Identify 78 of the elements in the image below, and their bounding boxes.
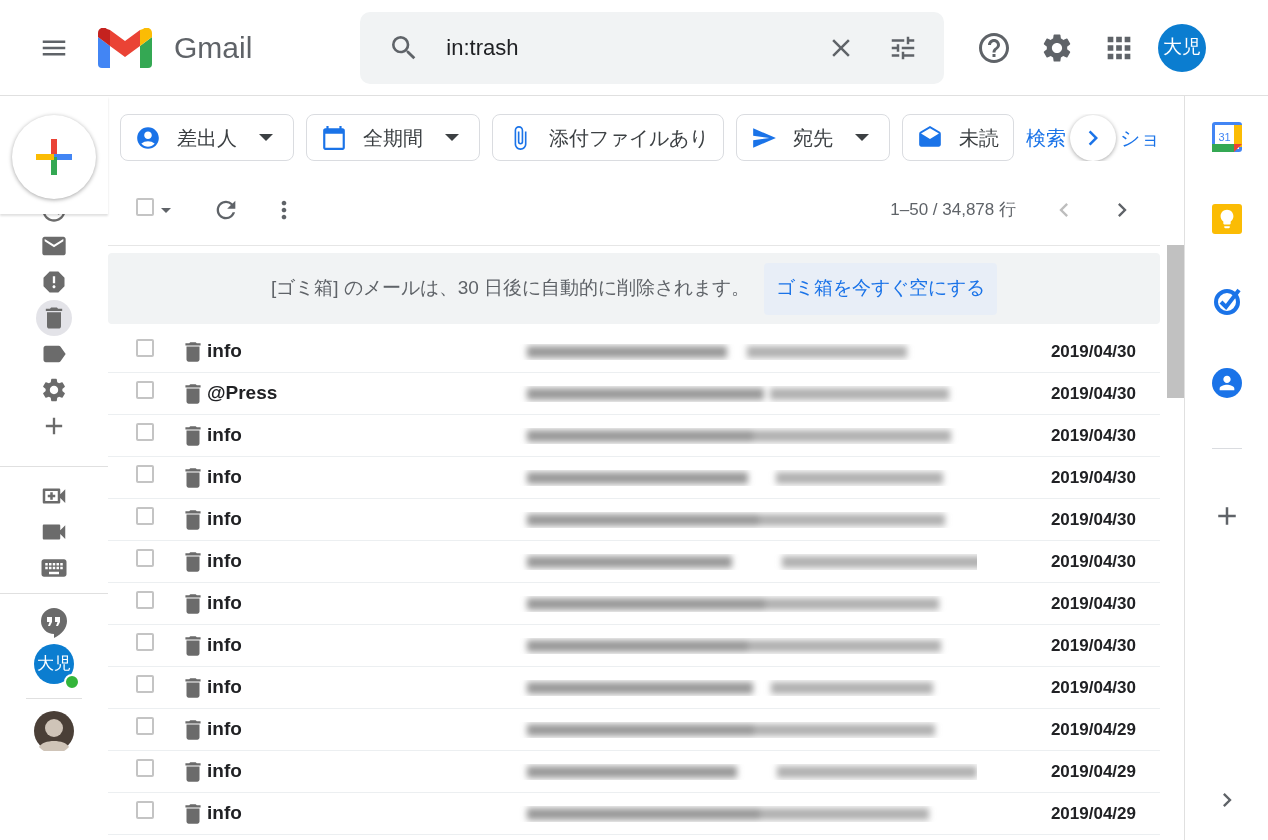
row-checkbox[interactable] (136, 717, 154, 735)
row-checkbox[interactable] (136, 465, 154, 483)
app-name: Gmail (174, 30, 253, 66)
date: 2019/04/30 (1050, 382, 1136, 405)
email-row[interactable]: info 2019/04/30 (108, 667, 1160, 709)
search-options-link[interactable]: ショ (1120, 122, 1160, 153)
compose-button[interactable] (12, 115, 96, 199)
sender: info (207, 801, 243, 826)
row-checkbox[interactable] (136, 633, 154, 651)
email-row[interactable]: @Press 2019/04/30 (108, 373, 1160, 415)
filter-chip[interactable]: 差出人 (120, 114, 294, 161)
sender: info (207, 675, 243, 700)
sender: info (207, 507, 243, 532)
caret-icon (855, 134, 869, 141)
row-checkbox[interactable] (136, 507, 154, 525)
row-checkbox[interactable] (136, 549, 154, 567)
date: 2019/04/30 (1050, 466, 1136, 489)
calendar-icon (321, 124, 347, 151)
row-checkbox[interactable] (136, 339, 154, 357)
sender: info (207, 633, 243, 658)
row-checkbox[interactable] (136, 381, 154, 399)
email-row[interactable]: info 2019/04/29 (108, 709, 1160, 751)
filter-chip[interactable]: 未読 (902, 114, 1014, 161)
sender: info (207, 591, 243, 616)
plus-icon (36, 139, 72, 175)
row-checkbox[interactable] (136, 801, 154, 819)
date: 2019/04/29 (1050, 760, 1136, 783)
email-row[interactable]: info 2019/04/30 (108, 541, 1160, 583)
date: 2019/04/30 (1050, 424, 1136, 447)
email-row[interactable]: info 2019/04/30 (108, 499, 1160, 541)
contact-avatar[interactable] (34, 711, 74, 751)
date: 2019/04/30 (1050, 508, 1136, 531)
date: 2019/04/29 (1050, 802, 1136, 825)
email-row[interactable]: info 2019/04/29 (108, 751, 1160, 793)
date: 2019/04/29 (1050, 718, 1136, 741)
search-field[interactable]: in:trash (360, 11, 945, 84)
calendar-icon[interactable]: 31 (1211, 122, 1242, 152)
sender: info (207, 339, 243, 364)
sender: info (207, 423, 243, 448)
email-row[interactable]: info 2019/04/30 (108, 625, 1160, 667)
filter-chip[interactable]: 全期間 (306, 114, 480, 161)
trash-icon[interactable] (36, 300, 72, 336)
banner-message: [ゴミ箱] のメールは、30 日後に自動的に削除されます。 (270, 276, 751, 301)
chat-bubble-icon[interactable] (40, 608, 68, 638)
sender: info (207, 759, 243, 784)
empty-trash-button[interactable]: ゴミ箱を今すぐ空にする (764, 262, 998, 315)
email-row[interactable]: info 2019/04/29 (108, 793, 1160, 835)
person-icon (135, 124, 161, 151)
page-range: 1–50 / 34,878 行 (890, 199, 1016, 222)
date: 2019/04/30 (1050, 676, 1136, 699)
contacts-icon[interactable] (1211, 368, 1242, 398)
row-checkbox[interactable] (136, 423, 154, 441)
sender: info (207, 717, 243, 742)
email-row[interactable]: info 2019/04/30 (108, 415, 1160, 457)
sender: @Press (207, 381, 279, 406)
search-options-link[interactable]: 検索 (1026, 122, 1066, 153)
filter-chip[interactable]: 宛先 (736, 114, 890, 161)
select-all-checkbox[interactable] (136, 197, 154, 216)
email-row[interactable]: info 2019/04/30 (108, 331, 1160, 373)
account-avatar[interactable]: 大児 (1158, 23, 1207, 72)
date: 2019/04/30 (1050, 592, 1136, 615)
row-checkbox[interactable] (136, 675, 154, 693)
caret-icon (445, 134, 459, 141)
date: 2019/04/30 (1050, 340, 1136, 363)
email-row[interactable]: info 2019/04/30 (108, 583, 1160, 625)
chat-avatar[interactable]: 大児 (34, 644, 74, 684)
date: 2019/04/30 (1050, 634, 1136, 657)
sender: info (207, 465, 243, 490)
gmail-logo-icon[interactable] (98, 27, 152, 68)
caret-icon (259, 134, 273, 141)
row-checkbox[interactable] (136, 759, 154, 777)
date: 2019/04/30 (1050, 550, 1136, 573)
scrollbar-thumb[interactable] (1167, 245, 1184, 398)
task-check-icon[interactable] (1211, 286, 1242, 316)
row-checkbox[interactable] (136, 591, 154, 609)
email-row[interactable]: info 2019/04/30 (108, 457, 1160, 499)
sender: info (207, 549, 243, 574)
filter-chip[interactable]: 添付ファイルあり (492, 114, 724, 161)
